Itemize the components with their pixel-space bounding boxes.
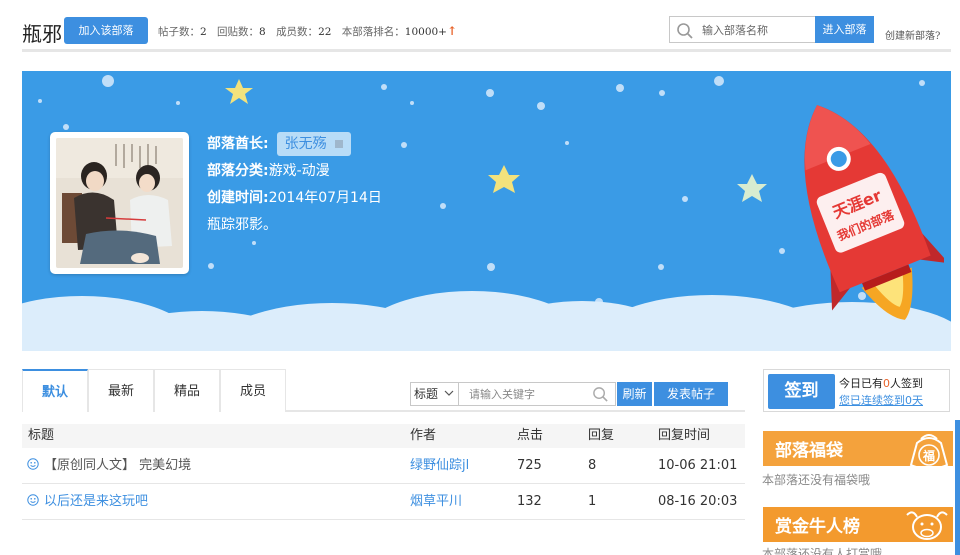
post-count-stat: 帖子数：2: [158, 26, 207, 38]
header-title: 标题: [28, 428, 55, 443]
enter-tribe-button[interactable]: 进入部落: [815, 16, 874, 43]
new-post-button[interactable]: 发表帖子: [654, 382, 728, 406]
topic-author-link[interactable]: 烟草平川: [410, 484, 462, 520]
topic-clicks: 725: [517, 458, 542, 473]
smiley-face-icon: [27, 494, 39, 506]
leader-row: 部落酋长: 张无殇: [207, 131, 382, 158]
tribe-search-input[interactable]: [702, 20, 810, 40]
smiley-face-icon: [27, 458, 39, 470]
tab-default[interactable]: 默认: [22, 369, 88, 412]
keyword-box[interactable]: [458, 382, 616, 406]
lucky-bag-icon: 福: [909, 434, 949, 466]
leader-label: 部落酋长:: [207, 136, 269, 152]
category-value: 游戏-动漫: [268, 163, 330, 179]
tribe-description: 瓶踪邪影。: [207, 217, 277, 233]
sign-streak-link[interactable]: 您已连续签到0天: [839, 392, 923, 408]
tribe-stats: 帖子数：2 回贴数：8 成员数：22 本部落排名：10000+↑: [158, 24, 464, 39]
header-clicks: 点击: [517, 428, 544, 443]
created-row: 创建时间:2014年07月14日: [207, 185, 382, 212]
rank-stat: 本部落排名：10000+↑: [341, 24, 458, 38]
sign-in-button[interactable]: 签到: [768, 374, 835, 409]
chevron-down-icon: [444, 390, 454, 396]
create-tribe-link[interactable]: 创建新部落?: [885, 27, 940, 42]
header-reply-time: 回复时间: [658, 428, 711, 443]
table-row: 【原创同人文】 完美幻境 绿野仙踪jl 725 8 10-06 21:01: [22, 448, 745, 484]
join-tribe-button[interactable]: 加入该部落: [64, 17, 148, 44]
search-icon[interactable]: [592, 386, 609, 403]
category-label: 部落分类:: [207, 163, 269, 179]
tribe-name: 瓶邪: [22, 22, 62, 46]
lucky-bag-header: 部落福袋 福: [763, 431, 953, 466]
tribe-banner: 部落酋长: 张无殇 部落分类:游戏-动漫 创建时间:2014年07月14日 瓶踪邪…: [22, 71, 951, 351]
header-author: 作者: [410, 428, 437, 443]
tribe-info: 部落酋长: 张无殇 部落分类:游戏-动漫 创建时间:2014年07月14日 瓶踪邪…: [207, 131, 382, 239]
tribe-search-box[interactable]: [669, 16, 815, 43]
today-sign-count: 今日已有0人签到: [839, 377, 923, 390]
search-icon: [677, 23, 693, 39]
sign-in-card: 签到 今日已有0人签到 您已连续签到0天: [763, 369, 950, 412]
member-count-stat: 成员数：22: [276, 26, 332, 38]
lucky-bag-note: 本部落还没有福袋哦: [762, 473, 871, 487]
lucky-bag-title: 部落福袋: [775, 441, 843, 461]
created-value: 2014年07月14日: [268, 190, 382, 206]
bounty-header: 赏金牛人榜: [763, 507, 953, 542]
search-field-select[interactable]: 标题: [410, 382, 459, 406]
leader-badge-icon: [334, 140, 343, 148]
topic-author-link[interactable]: 绿野仙踪jl: [410, 448, 469, 484]
top-bar: 瓶邪 加入该部落 帖子数：2 回贴数：8 成员数：22 本部落排名：10000+…: [0, 0, 960, 52]
created-label: 创建时间:: [207, 190, 269, 206]
reply-count-stat: 回贴数：8: [217, 26, 266, 38]
tab-featured[interactable]: 精品: [154, 369, 220, 412]
topic-replies: 1: [588, 494, 597, 509]
topic-reply-time: 10-06 21:01: [658, 458, 738, 473]
topic-table-header: 标题 作者 点击 回复 回复时间: [22, 424, 745, 448]
keyword-input[interactable]: [469, 386, 589, 403]
rocket-illustration: 天涯er 我们的部落: [804, 105, 944, 320]
bounty-note: 本部落还没有人打赏哦: [762, 547, 883, 555]
tribe-avatar-image: [56, 138, 183, 268]
table-row: 以后还是来这玩吧 烟草平川 132 1 08-16 20:03: [22, 484, 745, 520]
top-divider: [22, 49, 951, 52]
category-row: 部落分类:游戏-动漫: [207, 158, 382, 185]
lucky-bag-badge: 福: [922, 448, 935, 463]
rank-up-arrow-icon: ↑: [446, 24, 458, 38]
bull-icon: [906, 511, 948, 540]
header-replies: 回复: [588, 428, 615, 443]
topic-title-link[interactable]: 以后还是来这玩吧: [27, 484, 148, 520]
tab-members[interactable]: 成员: [220, 369, 286, 412]
tab-latest[interactable]: 最新: [88, 369, 154, 412]
topic-replies: 8: [588, 458, 597, 473]
topic-clicks: 132: [517, 494, 542, 509]
refresh-button[interactable]: 刷新: [617, 382, 652, 406]
leader-name-chip[interactable]: 张无殇: [276, 132, 351, 156]
tribe-avatar: [50, 132, 189, 274]
side-edge-strip: [955, 420, 960, 555]
topic-title-link[interactable]: 【原创同人文】 完美幻境: [27, 448, 191, 484]
topic-reply-time: 08-16 20:03: [658, 494, 738, 509]
bounty-title: 赏金牛人榜: [775, 517, 860, 537]
